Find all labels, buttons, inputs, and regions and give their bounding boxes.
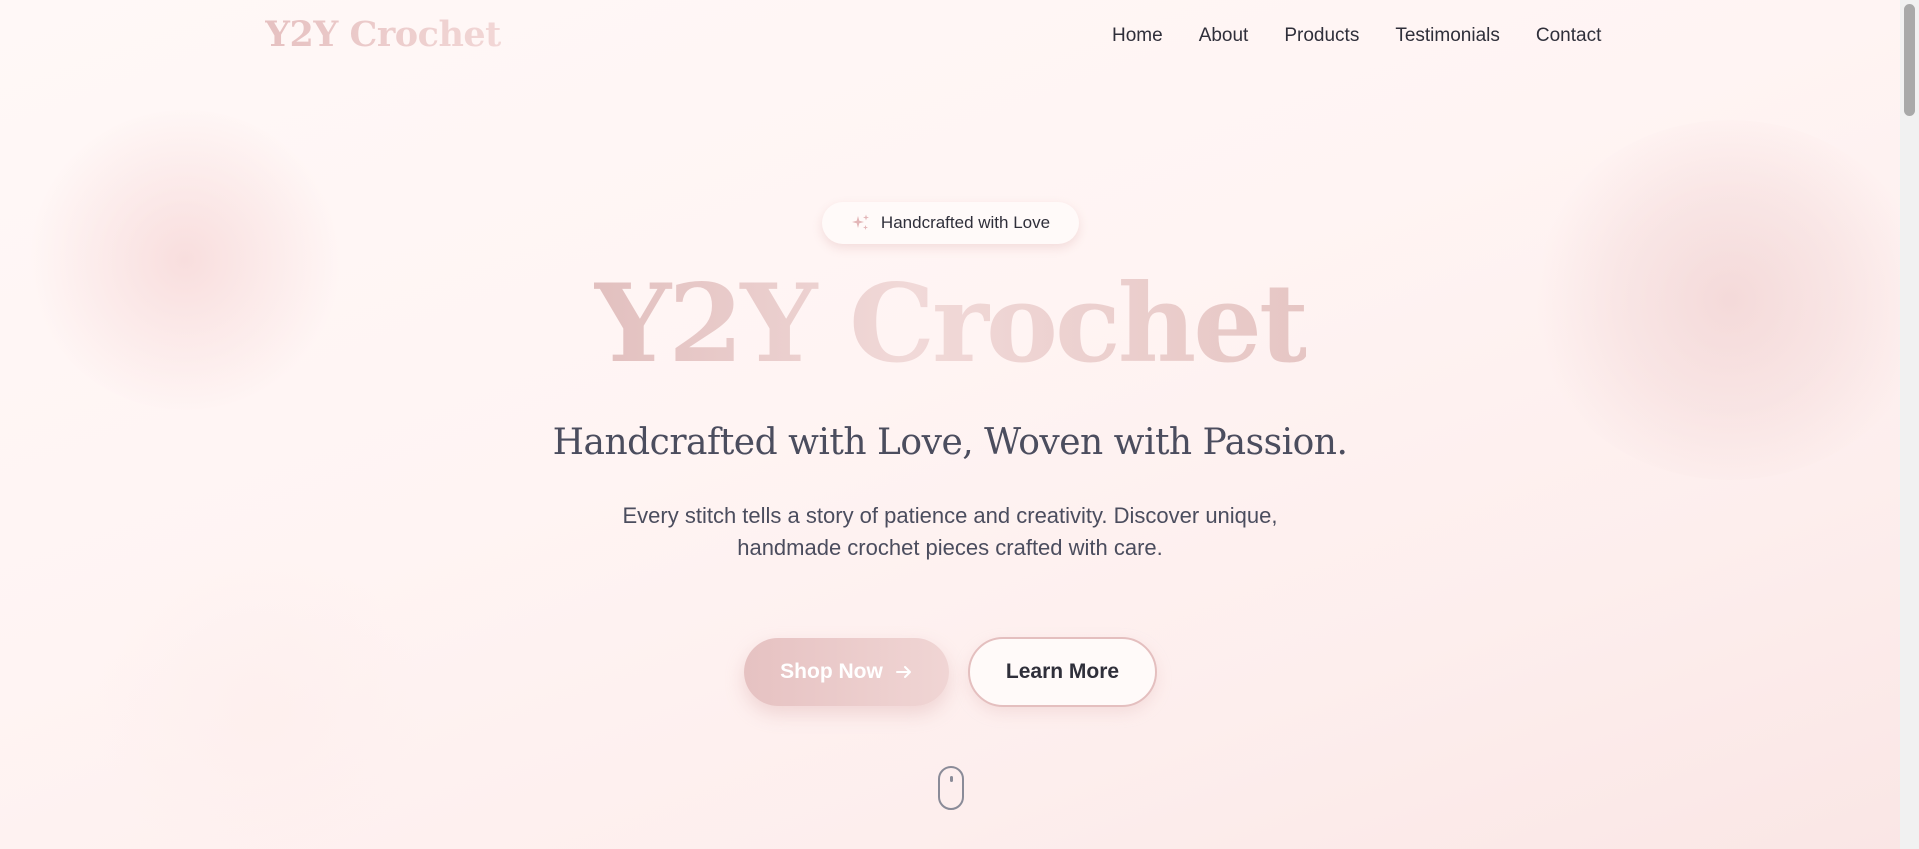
hero-badge-label: Handcrafted with Love	[880, 213, 1051, 232]
page-scrollbar[interactable]	[1900, 0, 1919, 849]
site-logo[interactable]: Y2Y Crochet	[265, 14, 501, 55]
nav-link-about[interactable]: About	[1199, 25, 1249, 47]
nav-link-testimonials[interactable]: Testimonials	[1395, 25, 1500, 47]
nav-link-contact[interactable]: Contact	[1536, 25, 1601, 47]
shop-now-button[interactable]: Shop Now	[744, 638, 949, 706]
hero-badge: Handcrafted with Love	[822, 202, 1079, 244]
hero-description: Every stitch tells a story of patience a…	[622, 503, 1278, 560]
hero-title-text: Y2Y Crochet	[594, 261, 1309, 387]
scrollbar-thumb[interactable]	[1904, 4, 1915, 116]
nav-link-home[interactable]: Home	[1112, 25, 1163, 47]
decorative-blob-bottom	[80, 560, 440, 849]
shop-now-label: Shop Now	[780, 660, 883, 683]
main-nav: Home About Products Testimonials Contact	[1112, 25, 1601, 47]
nav-link-products[interactable]: Products	[1284, 25, 1359, 47]
hero-title: Y2Y Crochet	[0, 270, 1900, 378]
page: Y2Y Crochet Home About Products Testimon…	[0, 0, 1900, 849]
learn-more-button[interactable]: Learn More	[968, 637, 1157, 707]
mouse-icon[interactable]	[938, 766, 964, 810]
sparkles-icon	[851, 214, 869, 230]
arrow-right-icon	[895, 666, 911, 678]
mouse-wheel	[950, 776, 953, 782]
hero-tagline: Handcrafted with Love, Woven with Passio…	[552, 422, 1348, 463]
